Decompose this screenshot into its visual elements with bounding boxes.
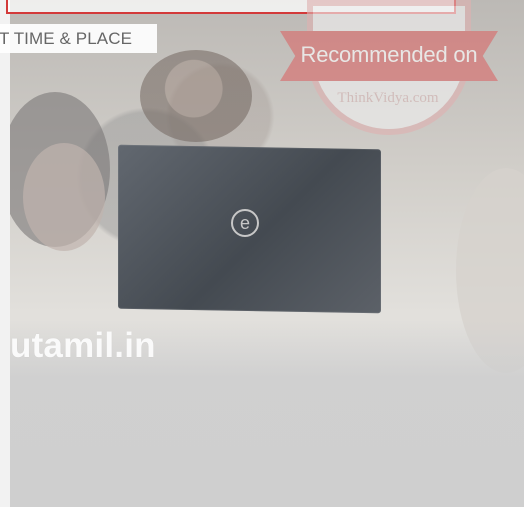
badge-site: ThinkVidya.com (337, 90, 439, 106)
left-page-strip (0, 0, 10, 507)
dell-logo-icon: e (231, 209, 259, 237)
student-background-image (140, 50, 252, 142)
badge-label: Recommended on (300, 42, 478, 67)
hero-tagline: T TIME & PLACE (0, 24, 157, 53)
recommended-badge[interactable]: Recommended on ThinkVidya.com (280, 0, 498, 160)
student-foreground-face (23, 143, 105, 251)
brand-text: utamil.in (10, 326, 156, 365)
page: e T TIME & PLACE Recommended on ThinkVid… (0, 0, 524, 507)
